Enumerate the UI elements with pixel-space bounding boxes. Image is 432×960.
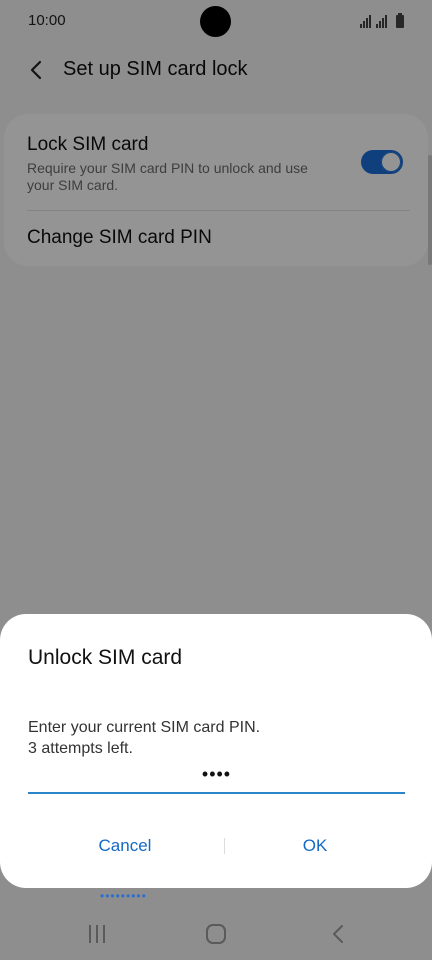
recents-icon[interactable] [86, 924, 108, 944]
nav-back-icon[interactable] [328, 923, 350, 945]
pin-input[interactable]: •••• [28, 764, 405, 794]
pin-input-value: •••• [201, 764, 232, 784]
dialog-message-line-2: 3 attempts left. [28, 740, 133, 757]
ok-button[interactable]: OK [230, 826, 400, 866]
navigation-bar [0, 908, 432, 960]
pin-input-underline [28, 792, 405, 794]
dialog-title: Unlock SIM card [28, 646, 183, 669]
dialog-message-line-1: Enter your current SIM card PIN. [28, 719, 261, 736]
button-separator [224, 838, 225, 854]
unlock-sim-dialog: Unlock SIM card Enter your current SIM c… [0, 614, 432, 888]
background-indicator-dots: ••••••••• [100, 889, 147, 903]
dialog-message: Enter your current SIM card PIN. 3 attem… [28, 717, 260, 759]
home-icon[interactable] [205, 923, 227, 945]
cancel-button[interactable]: Cancel [40, 826, 210, 866]
